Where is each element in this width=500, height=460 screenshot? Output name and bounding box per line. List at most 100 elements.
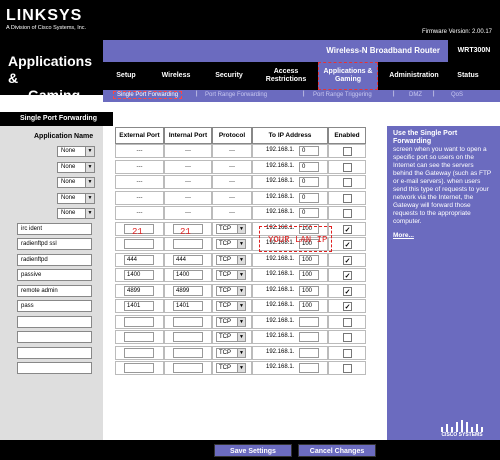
application-name-input[interactable] (17, 362, 92, 374)
internal-port-input[interactable]: 444 (173, 255, 203, 265)
application-select[interactable]: None ▼ (57, 146, 95, 157)
enabled-checkbox[interactable] (343, 225, 352, 234)
enabled-checkbox[interactable] (343, 147, 352, 156)
subnav-separator: | (303, 91, 305, 97)
internal-port-input[interactable] (173, 332, 203, 342)
tab-administration[interactable]: Administration (385, 62, 443, 90)
ip-last-octet-input[interactable] (299, 332, 319, 342)
external-port-input[interactable] (124, 348, 154, 358)
ip-last-octet-input[interactable] (299, 348, 319, 358)
enabled-checkbox[interactable] (343, 349, 352, 358)
ip-last-octet-input[interactable] (299, 317, 319, 327)
ip-last-octet-input[interactable]: 0 (299, 193, 319, 203)
enabled-checkbox[interactable] (343, 240, 352, 249)
application-name-input[interactable]: pass (17, 300, 92, 312)
subtab-dmz[interactable]: DMZ (409, 92, 422, 98)
internal-port-input[interactable]: 1400 (173, 270, 203, 280)
internal-port-input[interactable] (173, 348, 203, 358)
router-bar: Wireless-N Broadband Router WRT300N (103, 40, 500, 62)
subtab-single-port-forwarding[interactable]: Single Port Forwarding (113, 91, 183, 99)
application-name-input[interactable]: passive (17, 269, 92, 281)
ip-last-octet-input[interactable]: 0 (299, 162, 319, 172)
chevron-down-icon: ▼ (237, 318, 245, 326)
enabled-checkbox[interactable] (343, 209, 352, 218)
application-select-value: None (61, 210, 76, 216)
external-port-value: --- (136, 179, 143, 185)
tab-applications-gaming[interactable]: Applications & Gaming (318, 62, 378, 90)
ip-prefix: 192.168.1. (266, 178, 295, 184)
tab-wireless[interactable]: Wireless (156, 62, 196, 90)
application-name-input[interactable] (17, 331, 92, 343)
ip-last-octet-input[interactable] (299, 363, 319, 373)
firmware-version: Firmware Version: 2.00.17 (421, 29, 492, 35)
subtab-port-range-forwarding[interactable]: Port Range Forwarding (205, 92, 267, 98)
ip-last-octet-input[interactable]: 100 (299, 301, 319, 311)
external-port-input[interactable] (124, 317, 154, 327)
ip-last-octet-input[interactable]: 100 (299, 270, 319, 280)
application-name-input[interactable] (17, 316, 92, 328)
application-select[interactable]: None ▼ (57, 177, 95, 188)
tab-access-restrictions[interactable]: Access Restrictions (261, 62, 311, 90)
external-port-input[interactable]: 444 (124, 255, 154, 265)
ip-last-octet-input[interactable]: 0 (299, 208, 319, 218)
external-port-input[interactable] (124, 332, 154, 342)
protocol-select[interactable]: TCP ▼ (216, 224, 246, 234)
application-name-input[interactable]: irc ident (17, 223, 92, 235)
ip-prefix: 192.168.1. (266, 209, 295, 215)
header-external-port: External Port (115, 127, 164, 144)
tab-setup[interactable]: Setup (111, 62, 141, 90)
external-port-input[interactable]: 4899 (124, 286, 154, 296)
ip-last-octet-input[interactable]: 0 (299, 177, 319, 187)
protocol-select[interactable]: TCP ▼ (216, 286, 246, 296)
protocol-select[interactable]: TCP ▼ (216, 270, 246, 280)
internal-port-value: --- (185, 179, 191, 185)
internal-port-input[interactable]: 4899 (173, 286, 203, 296)
application-name-input[interactable]: remote admin (17, 285, 92, 297)
subnav-separator: | (433, 91, 435, 97)
chevron-down-icon: ▼ (237, 240, 245, 248)
enabled-checkbox[interactable] (343, 178, 352, 187)
application-name-input[interactable]: radienftpd (17, 254, 92, 266)
help-more-link[interactable]: More... (393, 232, 494, 240)
enabled-checkbox[interactable] (343, 302, 352, 311)
enabled-checkbox[interactable] (343, 256, 352, 265)
save-settings-button[interactable]: Save Settings (214, 444, 292, 457)
subtab-port-range-triggering[interactable]: Port Range Triggering (313, 92, 372, 98)
tab-status[interactable]: Status (453, 62, 483, 90)
ip-last-octet-input[interactable]: 100 (299, 286, 319, 296)
external-port-input[interactable]: 1400 (124, 270, 154, 280)
protocol-select[interactable]: TCP ▼ (216, 301, 246, 311)
internal-port-input[interactable]: 1401 (173, 301, 203, 311)
external-port-input[interactable] (124, 363, 154, 373)
application-select[interactable]: None ▼ (57, 193, 95, 204)
protocol-select[interactable]: TCP ▼ (216, 363, 246, 373)
application-select[interactable]: None ▼ (57, 208, 95, 219)
enabled-checkbox[interactable] (343, 318, 352, 327)
tab-security[interactable]: Security (211, 62, 247, 90)
protocol-select[interactable]: TCP ▼ (216, 317, 246, 327)
enabled-checkbox[interactable] (343, 163, 352, 172)
cancel-changes-button[interactable]: Cancel Changes (298, 444, 376, 457)
header-internal-port: Internal Port (164, 127, 212, 144)
protocol-select[interactable]: TCP ▼ (216, 332, 246, 342)
application-name-input[interactable]: radienftpd ssl (17, 238, 92, 250)
application-select[interactable]: None ▼ (57, 162, 95, 173)
application-select-value: None (61, 179, 76, 185)
external-port-input[interactable] (124, 239, 154, 249)
protocol-select[interactable]: TCP ▼ (216, 348, 246, 358)
internal-port-input[interactable] (173, 239, 203, 249)
external-port-input[interactable]: 1401 (124, 301, 154, 311)
ip-last-octet-input[interactable]: 0 (299, 146, 319, 156)
enabled-checkbox[interactable] (343, 333, 352, 342)
protocol-select[interactable]: TCP ▼ (216, 255, 246, 265)
enabled-checkbox[interactable] (343, 364, 352, 373)
ip-last-octet-input[interactable]: 100 (299, 255, 319, 265)
enabled-checkbox[interactable] (343, 194, 352, 203)
internal-port-input[interactable] (173, 363, 203, 373)
enabled-checkbox[interactable] (343, 287, 352, 296)
subtab-qos[interactable]: QoS (451, 92, 463, 98)
internal-port-input[interactable] (173, 317, 203, 327)
enabled-checkbox[interactable] (343, 271, 352, 280)
protocol-select[interactable]: TCP ▼ (216, 239, 246, 249)
application-name-input[interactable] (17, 347, 92, 359)
